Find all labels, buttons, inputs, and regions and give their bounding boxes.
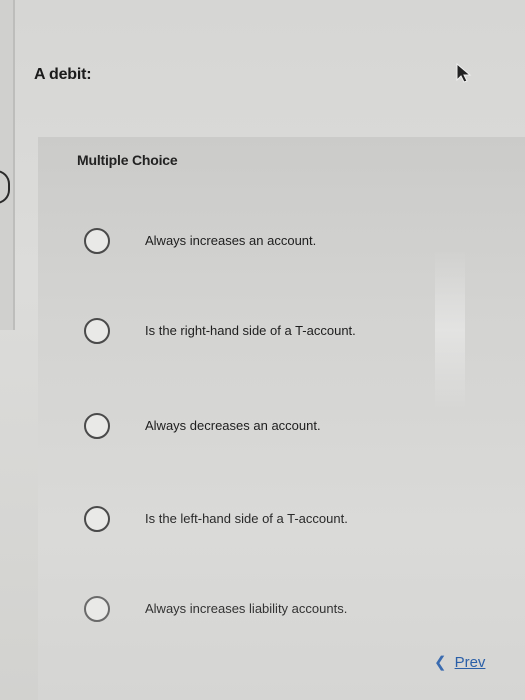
answer-option[interactable]: Is the left-hand side of a T-account. (84, 506, 464, 538)
radio-button[interactable] (84, 228, 110, 254)
answer-option[interactable]: Always increases an account. (84, 228, 464, 260)
answer-option-label: Always increases liability accounts. (145, 601, 348, 616)
mouse-cursor-icon (456, 62, 472, 83)
radio-button[interactable] (84, 318, 110, 344)
answer-option-label: Always decreases an account. (145, 418, 321, 433)
question-type-label: Multiple Choice (77, 152, 178, 168)
left-rail (0, 0, 15, 330)
answer-option-label: Always increases an account. (145, 233, 317, 248)
prev-button[interactable]: ❮ Prev (434, 653, 485, 671)
chevron-left-icon: ❮ (434, 654, 447, 671)
answer-option[interactable]: Is the right-hand side of a T-account. (84, 318, 464, 350)
quiz-page: A debit: Multiple Choice Always increase… (0, 0, 525, 700)
radio-button[interactable] (84, 596, 110, 622)
prev-label: Prev (454, 654, 486, 671)
answer-option-label: Is the right-hand side of a T-account. (145, 323, 356, 338)
answer-option[interactable]: Always decreases an account. (84, 413, 464, 445)
answer-option[interactable]: Always increases liability accounts. (84, 596, 464, 628)
radio-button[interactable] (84, 506, 110, 532)
answer-option-label: Is the left-hand side of a T-account. (145, 511, 348, 526)
radio-button[interactable] (84, 413, 110, 439)
question-text: A debit: (34, 66, 92, 83)
